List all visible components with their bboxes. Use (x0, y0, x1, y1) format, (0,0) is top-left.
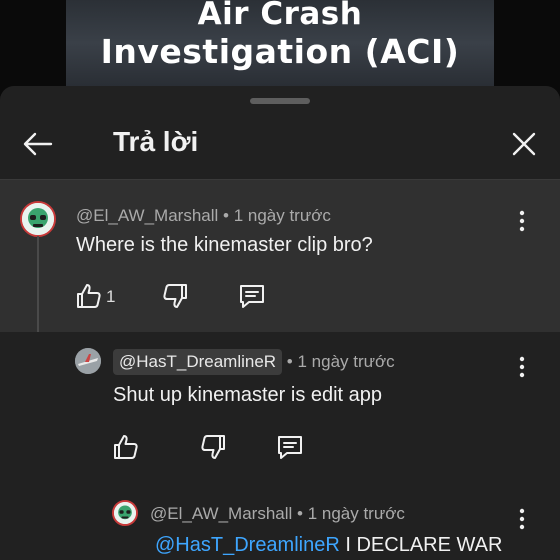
comment-time: 1 ngày trước (233, 206, 331, 225)
comment-text: @HasT_DreamlineR I DECLARE WAR (155, 534, 502, 557)
comment-text: Shut up kinemaster is edit app (113, 384, 383, 406)
replies-sheet: Trả lời @El_AW_Marshall • 1 ngày trước W… (0, 86, 560, 560)
avatar[interactable] (75, 348, 101, 374)
avatar-image-icon (75, 348, 101, 374)
avatar[interactable] (112, 500, 138, 526)
comment-meta: @El_AW_Marshall • 1 ngày trước (76, 206, 331, 226)
avatar[interactable] (20, 201, 56, 237)
reply-comment-icon[interactable] (237, 281, 267, 311)
video-player[interactable]: Air Crash Investigation (ACI) (0, 0, 560, 96)
thumb-down-icon[interactable] (160, 281, 190, 311)
thumb-up-icon[interactable] (74, 281, 104, 311)
thumb-up-icon[interactable] (111, 432, 141, 462)
comment-meta: @El_AW_Marshall • 1 ngày trước (150, 504, 405, 524)
comment-text: Where is the kinemaster clip bro? (76, 234, 373, 256)
meta-separator: • (282, 352, 298, 371)
more-vertical-icon[interactable] (518, 210, 526, 232)
comment-meta: @HasT_DreamlineR • 1 ngày trước (113, 349, 395, 375)
arrow-left-icon[interactable] (20, 126, 56, 162)
comment-author[interactable]: @El_AW_Marshall (150, 504, 292, 523)
more-vertical-icon[interactable] (518, 356, 526, 378)
page-title: Trả lời (113, 126, 199, 157)
replies-header: Trả lời (0, 104, 560, 180)
comment-author[interactable]: @El_AW_Marshall (76, 206, 218, 225)
video-title-line1: Air Crash (197, 0, 363, 32)
thumb-down-icon[interactable] (198, 432, 228, 462)
comment-time: 1 ngày trước (307, 504, 405, 523)
meta-separator: • (218, 206, 234, 225)
avatar-image-icon (114, 502, 136, 524)
meta-separator: • (292, 504, 308, 523)
close-icon[interactable] (508, 128, 540, 160)
parent-comment: @El_AW_Marshall • 1 ngày trước Where is … (0, 180, 560, 332)
mention-link[interactable]: @HasT_DreamlineR (155, 534, 340, 556)
avatar-image-icon (22, 203, 54, 235)
more-vertical-icon[interactable] (518, 508, 526, 530)
comment-author[interactable]: @HasT_DreamlineR (113, 349, 283, 375)
video-title-overlay: Air Crash Investigation (ACI) (0, 0, 560, 72)
like-count: 1 (106, 287, 116, 306)
comment-time: 1 ngày trước (297, 352, 395, 371)
reply-comment-icon[interactable] (275, 432, 305, 462)
video-title-line2: Investigation (ACI) (100, 32, 460, 71)
comment-text-body: I DECLARE WAR (339, 534, 503, 556)
replies-list: @HasT_DreamlineR • 1 ngày trước Shut up … (0, 332, 560, 560)
